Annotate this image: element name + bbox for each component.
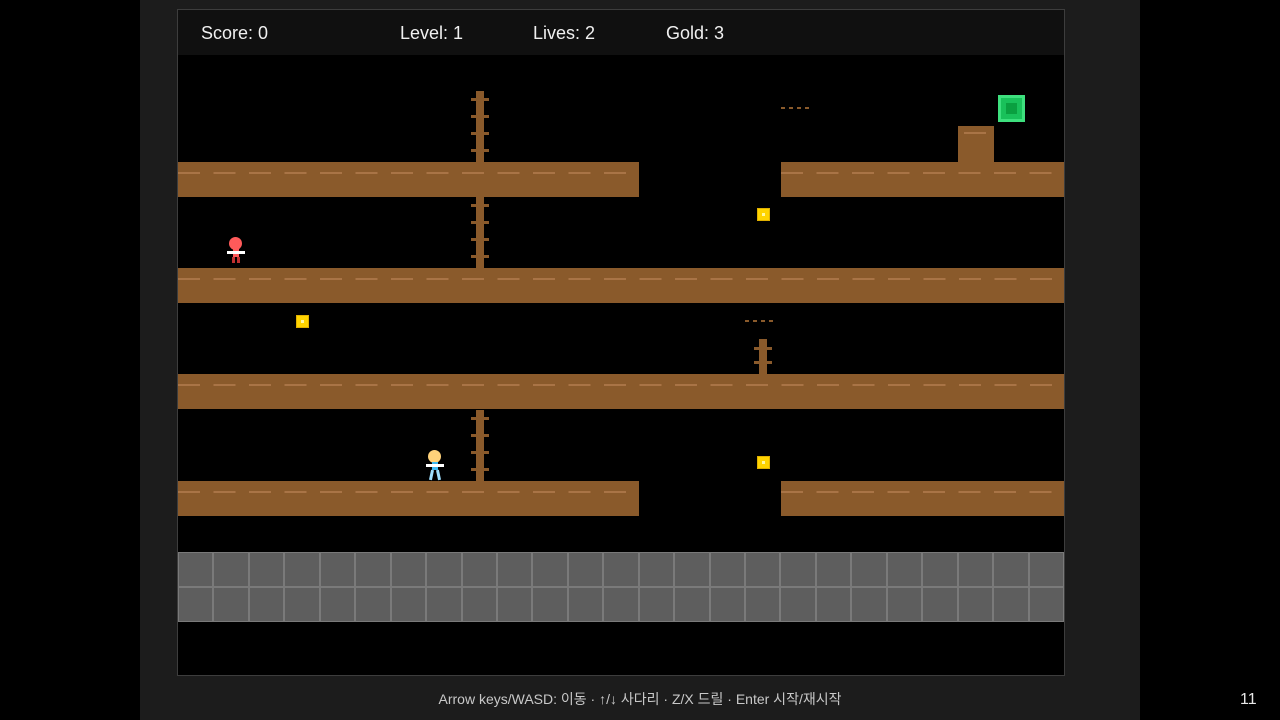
runner-icon xyxy=(426,450,444,481)
brick-platform xyxy=(178,268,1064,303)
stone-floor xyxy=(178,552,1064,622)
guard-icon xyxy=(227,237,245,267)
gold-icon xyxy=(757,208,770,221)
brick-platform xyxy=(781,481,1064,516)
hud-bar: Score: 0 Level: 1 Lives: 2 Gold: 3 xyxy=(178,10,1064,55)
brick-block xyxy=(958,126,994,162)
slide-number: 11 xyxy=(1240,691,1257,708)
hud-level: Level: 1 xyxy=(400,23,464,43)
gold-icon xyxy=(296,315,309,328)
controls-hint: Arrow keys/WASD: 이동 · ↑/↓ 사다리 · Z/X 드릴 ·… xyxy=(438,691,842,707)
ladder xyxy=(471,410,489,481)
dug-hole-marker xyxy=(781,107,813,109)
brick-platform xyxy=(178,162,639,197)
gold-icon xyxy=(757,456,770,469)
hud-lives: Lives: 2 xyxy=(533,23,596,43)
ladder xyxy=(471,197,489,268)
brick-platform xyxy=(178,481,639,516)
hud-gold: Gold: 3 xyxy=(666,23,725,43)
exit-square-icon xyxy=(998,95,1025,122)
brick-platform xyxy=(178,374,1064,409)
dug-hole-marker xyxy=(745,320,777,322)
ladder xyxy=(754,339,772,374)
hud-score: Score: 0 xyxy=(201,23,269,43)
ladder xyxy=(471,91,489,162)
brick-platform xyxy=(781,162,1064,197)
